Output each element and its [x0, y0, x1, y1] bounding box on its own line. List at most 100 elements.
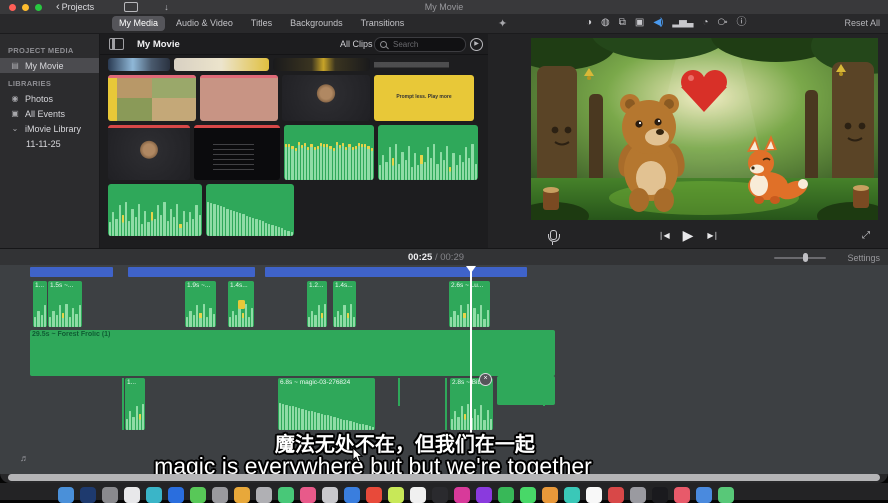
- speed-icon[interactable]: ◔: [702, 16, 707, 30]
- media-thumb-strip-cream[interactable]: [174, 58, 269, 71]
- dock-app-icon[interactable]: [124, 487, 140, 503]
- minimize-window-icon[interactable]: [22, 4, 29, 11]
- tab-my-media[interactable]: My Media: [112, 16, 165, 31]
- filter-play-icon[interactable]: ▶: [470, 38, 483, 51]
- horizontal-scrollbar[interactable]: [8, 474, 880, 481]
- dock-app-icon[interactable]: [718, 487, 734, 503]
- timeline-clip[interactable]: 1.9s ~...: [185, 281, 216, 327]
- dock-app-icon[interactable]: [542, 487, 558, 503]
- timeline-clip[interactable]: 6.8s ~ magic-03-276824: [278, 378, 375, 430]
- playhead-handle[interactable]: [466, 266, 476, 273]
- dock-app-icon[interactable]: [476, 487, 492, 503]
- dock-app-icon[interactable]: [366, 487, 382, 503]
- play-icon[interactable]: ▶: [683, 227, 694, 244]
- dock-app-icon[interactable]: [322, 487, 338, 503]
- microphone-icon[interactable]: [550, 230, 557, 240]
- dock-app-icon[interactable]: [432, 487, 448, 503]
- dock-app-icon[interactable]: [388, 487, 404, 503]
- dock-app-icon[interactable]: [498, 487, 514, 503]
- media-thumb-grid[interactable]: [108, 75, 196, 121]
- volume-icon[interactable]: ◀): [653, 16, 662, 30]
- media-thumb-strip-dark[interactable]: [273, 58, 370, 71]
- dock-app-icon[interactable]: [102, 487, 118, 503]
- dock-app-icon[interactable]: [674, 487, 690, 503]
- timeline-clip[interactable]: 1.4s...: [333, 281, 356, 327]
- dock-app-icon[interactable]: [256, 487, 272, 503]
- dock-app-icon[interactable]: [278, 487, 294, 503]
- import-media-icon[interactable]: [124, 2, 138, 12]
- projects-back-button[interactable]: ‹ Projects: [56, 2, 94, 12]
- dock-app-icon[interactable]: [344, 487, 360, 503]
- timeline-clip[interactable]: 1...: [125, 378, 145, 430]
- dock-app-icon[interactable]: [300, 487, 316, 503]
- dock-app-icon[interactable]: [454, 487, 470, 503]
- tab-transitions[interactable]: Transitions: [354, 16, 412, 31]
- crop-icon[interactable]: ⧉: [619, 16, 625, 30]
- media-thumb-audio[interactable]: [378, 125, 478, 180]
- color-correction-icon[interactable]: ◑: [586, 16, 591, 30]
- dock-app-icon[interactable]: [80, 487, 96, 503]
- stabilization-icon[interactable]: ▣: [635, 16, 643, 30]
- settings-button[interactable]: Settings: [847, 253, 880, 263]
- media-thumb-man-red[interactable]: [108, 125, 190, 180]
- timeline-clip[interactable]: 1.5s ~...: [48, 281, 82, 327]
- sidebar-toggle-icon[interactable]: [109, 38, 124, 50]
- dock-app-icon[interactable]: [564, 487, 580, 503]
- dock-app-icon[interactable]: [410, 487, 426, 503]
- dock-app-icon[interactable]: [58, 487, 74, 503]
- sidebar-item-imovie-library[interactable]: ⌄iMovie Library: [0, 121, 99, 136]
- sidebar-item-all-events[interactable]: ▣All Events: [0, 106, 99, 121]
- media-thumb-strip-blue[interactable]: [108, 58, 170, 71]
- tab-audio-video[interactable]: Audio & Video: [169, 16, 240, 31]
- effects-icon[interactable]: ⧂: [718, 16, 727, 30]
- media-thumb-audio-decay[interactable]: [206, 184, 294, 236]
- sidebar-item-11-11-25[interactable]: 11-11-25: [0, 136, 99, 151]
- dock-app-icon[interactable]: [146, 487, 162, 503]
- dock-app-icon[interactable]: [190, 487, 206, 503]
- chapter-bar[interactable]: [128, 267, 255, 277]
- zoom-window-icon[interactable]: [35, 4, 42, 11]
- media-thumb-man[interactable]: [282, 75, 370, 121]
- dock-app-icon[interactable]: [608, 487, 624, 503]
- dock-app-icon[interactable]: [652, 487, 668, 503]
- enhance-wand-icon[interactable]: ✦: [498, 17, 507, 30]
- timeline-clip[interactable]: 2.8s ~ Bib...×: [450, 378, 493, 430]
- media-thumb-audio[interactable]: [108, 184, 202, 236]
- dock-app-icon[interactable]: [212, 487, 228, 503]
- zoom-slider-knob[interactable]: [803, 253, 808, 262]
- dock-app-icon[interactable]: [630, 487, 646, 503]
- info-icon[interactable]: ⓘ: [737, 16, 746, 30]
- dock-app-icon[interactable]: [696, 487, 712, 503]
- noise-reduction-icon[interactable]: ▂▅▃: [672, 16, 692, 30]
- tab-titles[interactable]: Titles: [244, 16, 279, 31]
- tab-backgrounds[interactable]: Backgrounds: [283, 16, 350, 31]
- dock-app-icon[interactable]: [234, 487, 250, 503]
- timeline-zoom-slider[interactable]: [774, 257, 826, 259]
- download-arrow-icon[interactable]: ↓: [164, 2, 169, 12]
- sidebar-item-my-movie[interactable]: ▤My Movie: [0, 58, 99, 73]
- timeline-clip[interactable]: 1...: [33, 281, 47, 327]
- skip-back-icon[interactable]: ❘◀: [658, 231, 669, 240]
- timeline-clip[interactable]: 29.5s ~ Forest Frolic (1): [30, 330, 555, 376]
- color-palette-icon[interactable]: ◍: [601, 16, 609, 30]
- dock-app-icon[interactable]: [520, 487, 536, 503]
- timeline-clip[interactable]: 1.2...: [307, 281, 327, 327]
- timeline-clip[interactable]: 1.4s...: [228, 281, 254, 327]
- media-thumb-promo[interactable]: Prompt less. Play more: [374, 75, 474, 121]
- dock-app-icon[interactable]: [586, 487, 602, 503]
- reset-all-button[interactable]: Reset All: [844, 18, 880, 28]
- close-window-icon[interactable]: [9, 4, 16, 11]
- timeline-clip[interactable]: [497, 376, 555, 405]
- skip-forward-icon[interactable]: ▶❘: [707, 231, 718, 240]
- search-input[interactable]: [391, 39, 455, 50]
- chapter-bar[interactable]: [30, 267, 113, 277]
- sidebar-item-photos[interactable]: ◉Photos: [0, 91, 99, 106]
- fullscreen-icon[interactable]: ⤢: [862, 230, 870, 241]
- chapter-bar[interactable]: [265, 267, 527, 277]
- media-thumb-page[interactable]: [200, 75, 278, 121]
- media-thumb-strip-figs[interactable]: [374, 58, 449, 71]
- media-thumb-terminal[interactable]: [194, 125, 280, 180]
- playhead-line[interactable]: [470, 266, 472, 434]
- media-thumb-audio-dense[interactable]: [284, 125, 374, 180]
- dock-app-icon[interactable]: [168, 487, 184, 503]
